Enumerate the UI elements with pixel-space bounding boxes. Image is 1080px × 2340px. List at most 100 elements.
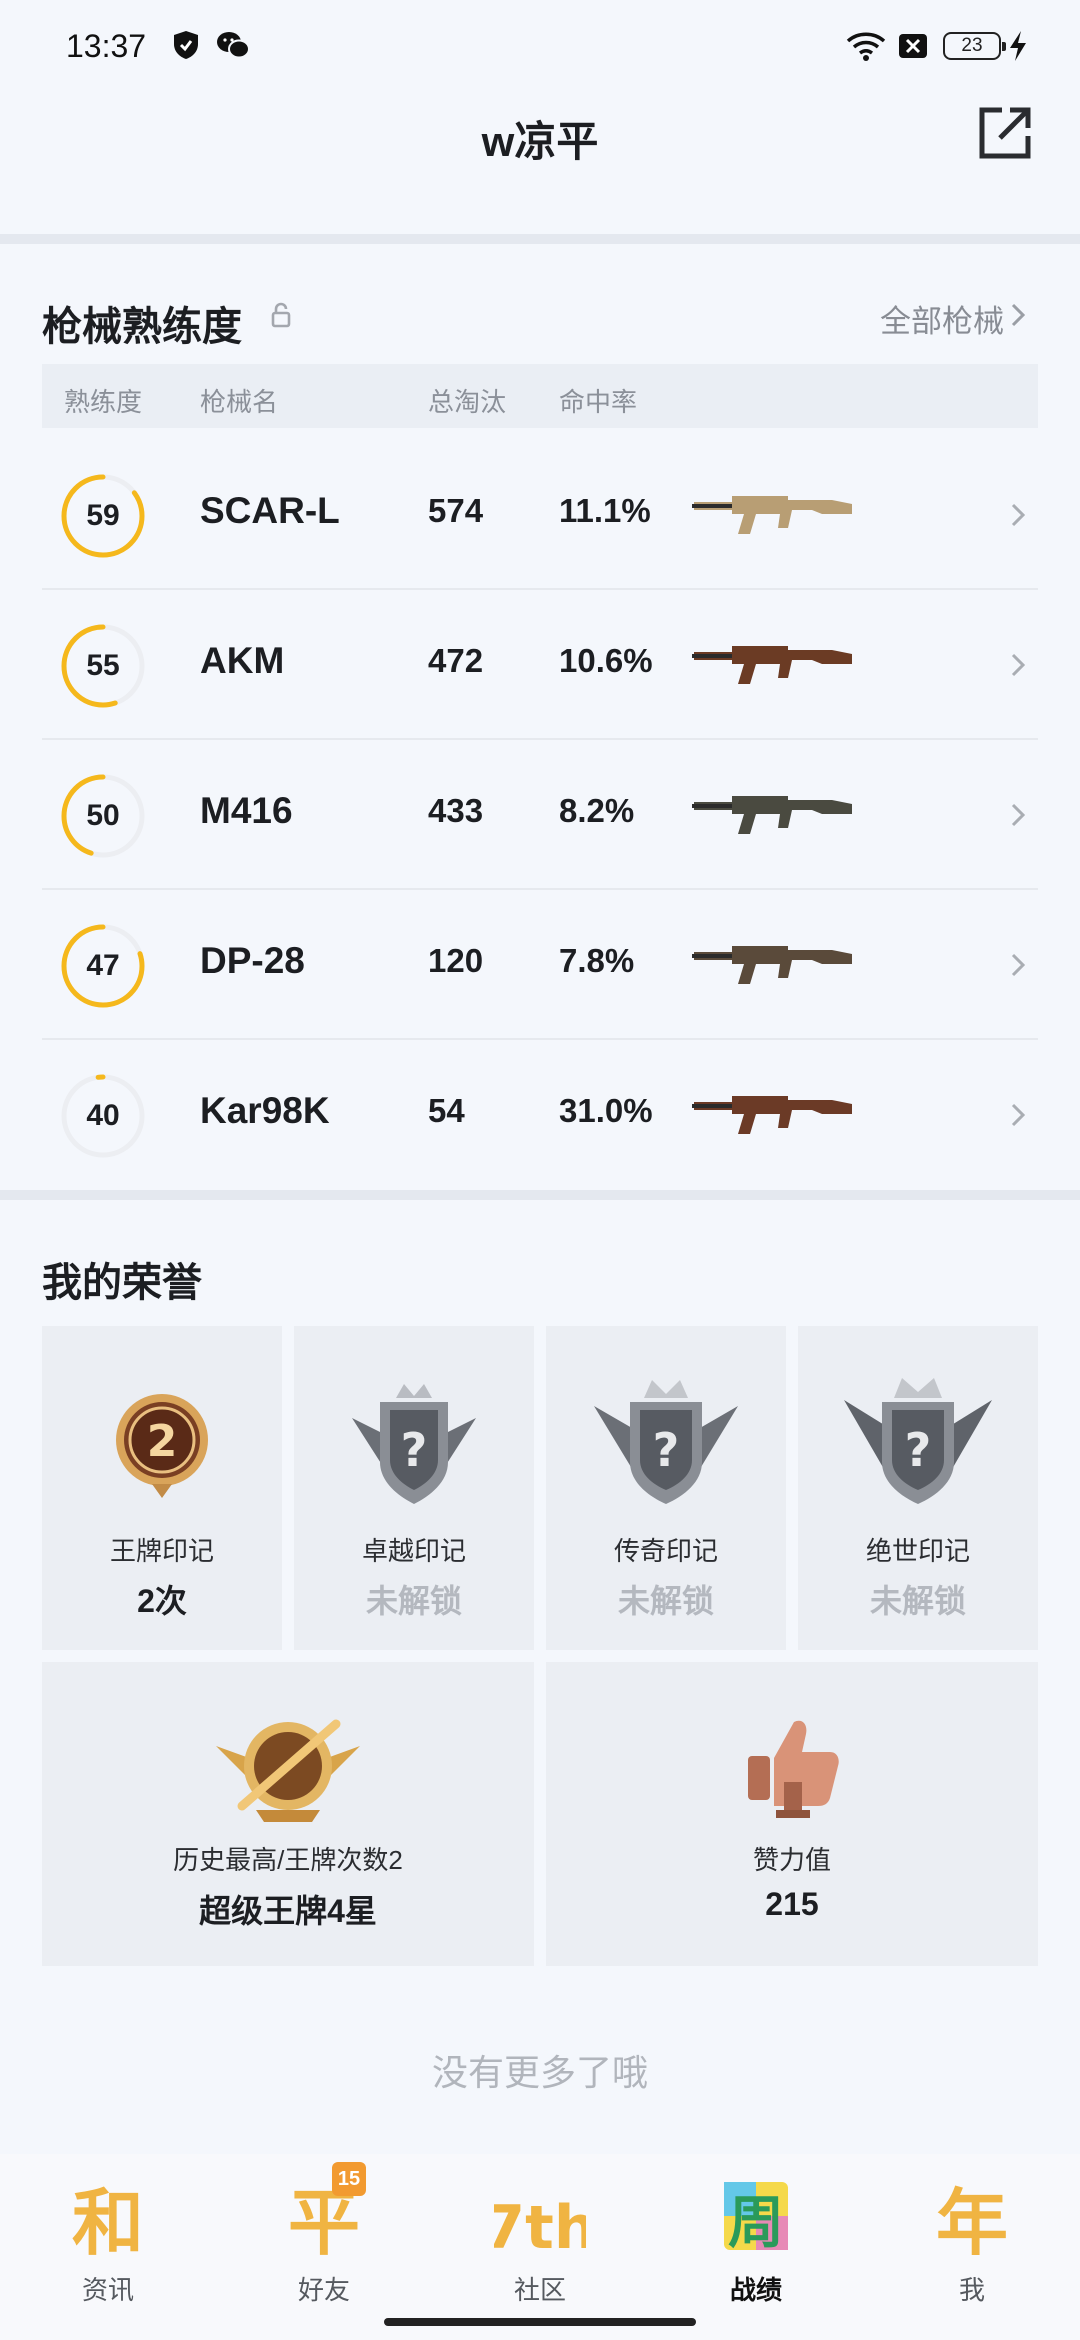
- likes-label: 赞力值: [752, 1845, 831, 1875]
- honor-value: 未解锁: [365, 1583, 462, 1619]
- mastery-level: 50: [86, 799, 120, 832]
- honor-tile-excellence[interactable]: ? 卓越印记 未解锁: [294, 1326, 534, 1650]
- records-tab-glyph: 周: [728, 2191, 784, 2256]
- weapon-mastery-title: 枪械熟练度: [42, 305, 242, 349]
- honor-label: 绝世印记: [865, 1536, 970, 1566]
- honor-value: 未解锁: [617, 1583, 714, 1619]
- chevron-right-icon: [1011, 803, 1026, 827]
- weapon-row[interactable]: 50 M416 433 8.2%: [42, 740, 1038, 890]
- weapon-image-icon: [692, 496, 852, 534]
- mastery-level: 55: [86, 649, 120, 682]
- chevron-right-icon: [1011, 303, 1026, 327]
- highest-tier-value: 超级王牌4星: [199, 1893, 377, 1929]
- records-tab-icon: 周: [724, 2182, 788, 2256]
- likes-value: 215: [765, 1886, 819, 1922]
- col-header-accuracy: 命中率: [559, 387, 638, 417]
- weapon-kills: 472: [428, 642, 484, 679]
- weapon-name: Kar98K: [200, 1090, 330, 1131]
- tab-label: 社区: [513, 2275, 566, 2305]
- locked-excellence-badge-icon: ?: [352, 1384, 476, 1504]
- highest-tier-tile[interactable]: 历史最高/王牌次数2 超级王牌4星: [42, 1662, 534, 1966]
- svg-text:?: ?: [905, 1423, 932, 1477]
- honors-title: 我的荣誉: [42, 1261, 202, 1305]
- locked-peerless-badge-icon: ?: [844, 1378, 992, 1504]
- news-tab-glyph: 和: [72, 2181, 144, 2264]
- tab-me[interactable]: 年 我: [864, 2154, 1080, 2340]
- page-title: w凉平: [481, 118, 599, 165]
- status-bar: 13:37 23: [0, 0, 1080, 96]
- tab-friends[interactable]: 平 15 好友: [216, 2154, 432, 2340]
- honor-value: 未解锁: [869, 1583, 966, 1619]
- weapon-row[interactable]: 59 SCAR-L 574 11.1%: [42, 440, 1038, 590]
- me-tab-icon: 年: [936, 2181, 1008, 2264]
- chevron-right-icon: [1011, 653, 1026, 677]
- all-weapons-label: 全部枪械: [880, 304, 1004, 339]
- col-header-name: 枪械名: [200, 387, 279, 417]
- weapon-image-icon: [692, 646, 852, 684]
- weapon-row[interactable]: 40 Kar98K 54 31.0%: [42, 1040, 1038, 1190]
- mastery-level: 40: [86, 1099, 120, 1132]
- weapon-kills: 120: [428, 942, 484, 979]
- sim-off-icon: [899, 34, 927, 58]
- super-ace-badge-icon: [216, 1719, 360, 1822]
- likes-tile[interactable]: 赞力值 215: [546, 1662, 1038, 1966]
- weapon-accuracy: 10.6%: [559, 642, 653, 679]
- section-divider: [0, 234, 1080, 244]
- ace-medal-number: 2: [147, 1416, 178, 1467]
- weapon-row[interactable]: 55 AKM 472 10.6%: [42, 590, 1038, 740]
- section-divider: [0, 1190, 1080, 1200]
- weapon-accuracy: 8.2%: [559, 792, 635, 829]
- status-time: 13:37: [66, 28, 147, 64]
- ace-medal-icon: 2: [116, 1394, 208, 1498]
- chevron-right-icon: [1011, 503, 1026, 527]
- weapon-kills: 433: [428, 792, 484, 829]
- svg-text:?: ?: [653, 1423, 680, 1477]
- tab-news[interactable]: 和 资讯: [0, 2154, 216, 2340]
- honor-tile-peerless[interactable]: ? 绝世印记 未解锁: [798, 1326, 1038, 1650]
- tab-label: 我: [958, 2275, 985, 2305]
- mastery-level: 59: [86, 499, 120, 532]
- honor-value: 2次: [137, 1583, 187, 1619]
- notification-badge: 15: [332, 2162, 366, 2196]
- home-indicator[interactable]: [384, 2318, 696, 2326]
- weapon-image-icon: [692, 796, 852, 834]
- wifi-icon: [846, 32, 886, 61]
- chevron-right-icon: [1011, 1103, 1026, 1127]
- honor-tile-legend[interactable]: ? 传奇印记 未解锁: [546, 1326, 786, 1650]
- tab-label: 好友: [297, 2275, 350, 2305]
- news-tab-icon: 和: [72, 2181, 144, 2264]
- col-header-mastery: 熟练度: [64, 387, 143, 417]
- weapon-table-header: 熟练度 枪械名 总淘汰 命中率: [42, 364, 1038, 428]
- mastery-level: 47: [86, 949, 120, 982]
- col-header-kills: 总淘汰: [428, 387, 507, 417]
- bottom-tab-bar: 和 资讯 平 15 好友 7th 社区 周 战绩 年 我: [0, 2154, 1080, 2340]
- weapon-kills: 54: [428, 1092, 465, 1129]
- highest-tier-label: 历史最高/王牌次数2: [173, 1845, 403, 1875]
- share-icon[interactable]: [976, 104, 1034, 162]
- locked-legend-badge-icon: ?: [594, 1380, 738, 1504]
- honor-label: 王牌印记: [109, 1536, 214, 1566]
- community-tab-icon: 7th: [494, 2193, 586, 2263]
- tab-records[interactable]: 周 战绩: [648, 2154, 864, 2340]
- weapon-name: DP-28: [200, 940, 305, 981]
- shield-icon: [174, 31, 198, 59]
- charging-icon: [1010, 31, 1026, 61]
- lock-icon: [271, 302, 291, 328]
- tab-label: 资讯: [81, 2275, 134, 2305]
- thumbs-up-icon: [748, 1720, 839, 1818]
- weapon-accuracy: 7.8%: [559, 942, 635, 979]
- weapon-name: AKM: [200, 640, 285, 681]
- weapon-name: M416: [200, 790, 293, 831]
- svg-text:?: ?: [401, 1423, 428, 1477]
- chevron-right-icon: [1011, 953, 1026, 977]
- weapon-accuracy: 11.1%: [559, 492, 651, 529]
- tab-label: 战绩: [729, 2275, 782, 2305]
- me-tab-glyph: 年: [936, 2181, 1008, 2264]
- weapon-image-icon: [692, 946, 852, 984]
- weapon-kills: 574: [428, 492, 484, 529]
- tab-community[interactable]: 7th 社区: [432, 2154, 648, 2340]
- honor-tile-ace[interactable]: 2 王牌印记 2次: [42, 1326, 282, 1650]
- weapon-row[interactable]: 47 DP-28 120 7.8%: [42, 890, 1038, 1040]
- honor-label: 卓越印记: [361, 1536, 466, 1566]
- weapon-name: SCAR-L: [200, 490, 340, 531]
